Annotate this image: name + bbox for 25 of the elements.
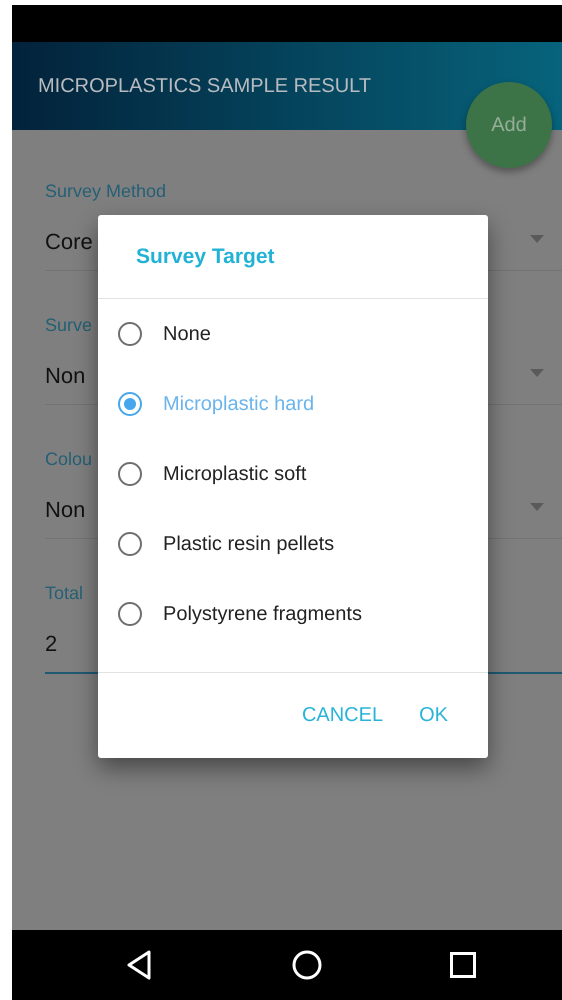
option-label[interactable]: Microplastic soft	[163, 462, 306, 486]
field-value: Core	[45, 228, 93, 256]
radio-button[interactable]	[118, 602, 142, 626]
field-value: Non	[45, 496, 86, 524]
field-label: Total	[45, 582, 84, 604]
radio-button[interactable]	[118, 532, 142, 556]
dialog-title: Survey Target	[136, 244, 274, 268]
back-icon[interactable]	[126, 950, 152, 980]
option-label[interactable]: None	[163, 322, 211, 346]
radio-button[interactable]	[118, 392, 142, 416]
radio-button[interactable]	[118, 322, 142, 346]
app-title: MICROPLASTICS SAMPLE RESULT	[38, 74, 372, 98]
field-value: Non	[45, 362, 86, 390]
radio-button[interactable]	[118, 462, 142, 486]
option-label[interactable]: Plastic resin pellets	[163, 532, 334, 556]
field-label: Survey Method	[45, 180, 166, 202]
dropdown-caret-icon	[530, 369, 544, 377]
recents-icon[interactable]	[450, 952, 476, 978]
dropdown-caret-icon	[530, 235, 544, 243]
field-label: Surve	[45, 314, 92, 336]
field-value: 2	[45, 630, 58, 658]
option-label[interactable]: Polystyrene fragments	[163, 602, 362, 626]
home-icon[interactable]	[292, 950, 322, 980]
dropdown-caret-icon	[530, 503, 544, 511]
field-label: Colou	[45, 448, 92, 470]
